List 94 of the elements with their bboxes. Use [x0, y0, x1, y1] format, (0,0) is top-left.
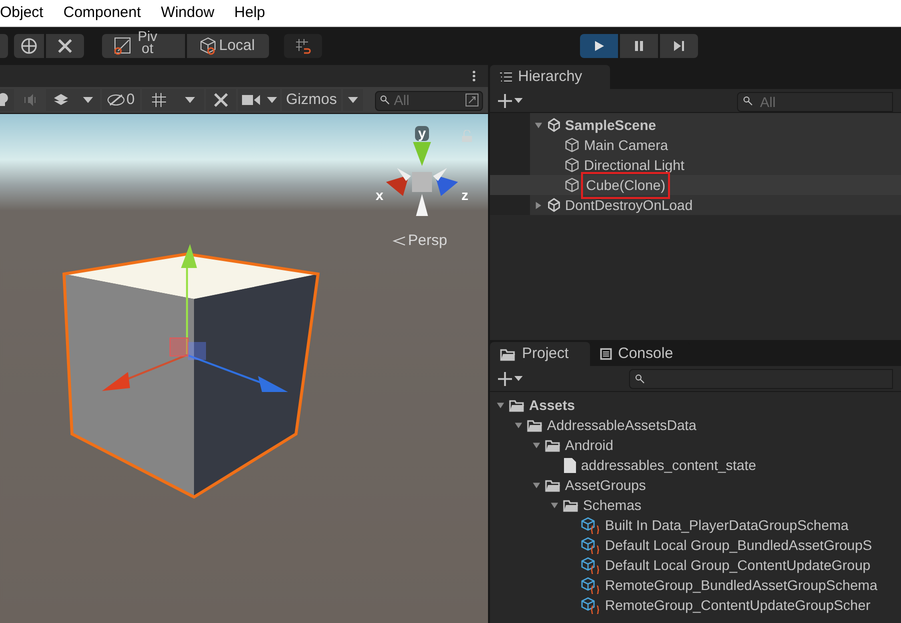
project-item[interactable]: Android [565, 434, 614, 456]
custom-tool-button[interactable] [46, 34, 84, 58]
axis-label: y [415, 126, 429, 141]
menu-item[interactable]: Object [0, 2, 44, 24]
cube-icon [199, 37, 217, 55]
axis-label: z [461, 186, 468, 204]
pivot-icon [114, 37, 132, 55]
view-tool-button[interactable] [14, 34, 44, 58]
folder-icon [563, 498, 579, 512]
search-icon [380, 95, 390, 105]
hierarchy-row[interactable]: Main Camera [490, 135, 901, 155]
menu-item[interactable]: Component [63, 2, 141, 24]
cube-icon [564, 137, 580, 153]
script-cube-icon [581, 596, 601, 614]
hierarchy-label: DontDestroyOnLoad [565, 196, 693, 215]
project-item[interactable]: RemoteGroup_ContentUpdateGroupScher [605, 594, 870, 616]
folder-icon [509, 398, 525, 412]
project-item[interactable]: AddressableAssetsData [547, 414, 696, 436]
expand-triangle-icon[interactable] [534, 200, 543, 210]
script-cube-icon [581, 556, 601, 574]
project-item[interactable]: Schemas [583, 494, 642, 516]
light-bulb-icon[interactable] [0, 93, 10, 107]
gizmos-button[interactable]: Gizmos [282, 89, 341, 111]
pause-icon [633, 40, 645, 52]
cube-icon [564, 177, 580, 193]
menu-item[interactable]: Help [234, 2, 266, 24]
hierarchy-search-field[interactable]: All [737, 92, 893, 112]
add-button[interactable] [498, 94, 523, 108]
project-item[interactable]: addressables_content_state [581, 454, 756, 476]
expand-triangle-icon[interactable] [550, 500, 559, 510]
projection-toggle[interactable]: Persp [392, 230, 448, 252]
folder-icon [527, 418, 543, 432]
maximize-icon[interactable] [464, 93, 479, 107]
dropdown-caret-icon [514, 98, 523, 103]
hidden-objects-toggle[interactable]: 0 [102, 89, 140, 111]
expand-triangle-icon[interactable] [514, 420, 523, 430]
hierarchy-label: Directional Light [584, 156, 684, 174]
grid-snap-icon [294, 37, 312, 55]
expand-triangle-icon[interactable] [532, 480, 541, 490]
console-icon [600, 348, 612, 360]
dropdown-caret-icon[interactable] [348, 97, 358, 103]
play-button[interactable] [580, 34, 618, 58]
cube-icon [564, 157, 580, 173]
plus-icon [498, 94, 512, 108]
dropdown-caret-icon[interactable] [266, 97, 276, 103]
step-button[interactable] [660, 34, 698, 58]
folder-icon [500, 348, 516, 360]
search-icon [635, 374, 645, 384]
dropdown-caret-icon [514, 376, 523, 381]
local-button[interactable]: Local [187, 34, 269, 58]
grid-snap-button[interactable] [284, 34, 322, 58]
project-item[interactable]: Assets [529, 394, 575, 416]
panel-tab[interactable]: Project [490, 342, 590, 366]
project-item[interactable]: RemoteGroup_BundledAssetGroupSchema [605, 574, 878, 596]
expand-triangle-icon[interactable] [532, 440, 541, 450]
script-cube-icon [581, 536, 601, 554]
menu-item[interactable]: Window [160, 2, 214, 24]
hidden-eye-icon [107, 94, 126, 106]
pause-button[interactable] [620, 34, 658, 58]
step-icon [673, 40, 685, 52]
project-item[interactable]: Default Local Group_ContentUpdateGroup [605, 554, 870, 576]
add-button[interactable] [498, 372, 523, 386]
hierarchy-label: Main Camera [584, 136, 668, 154]
script-cube-icon [581, 576, 601, 594]
more-menu-icon[interactable] [472, 70, 476, 82]
file-icon [563, 456, 577, 474]
project-item[interactable]: Built In Data_PlayerDataGroupSchema [605, 514, 849, 536]
project-item[interactable]: Default Local Group_BundledAssetGroupS [605, 534, 872, 556]
script-cube-icon [581, 516, 601, 534]
camera-icon[interactable] [242, 94, 260, 106]
hierarchy-tab[interactable]: Hierarchy [490, 65, 610, 89]
axis-label: x [376, 186, 384, 204]
hierarchy-label: SampleScene [565, 116, 656, 135]
project-item[interactable]: AssetGroups [565, 474, 646, 496]
hierarchy-label: Cube(Clone) [584, 174, 668, 196]
scene-search-field[interactable]: All [374, 90, 483, 110]
grid-icon[interactable] [151, 92, 167, 108]
project-search-field[interactable] [629, 368, 893, 388]
layers-icon[interactable] [53, 93, 69, 107]
list-icon [500, 72, 512, 82]
play-icon [593, 40, 605, 52]
plus-icon [498, 372, 512, 386]
transform-tool-icon [20, 37, 38, 55]
expand-triangle-icon[interactable] [496, 400, 505, 410]
hierarchy-row[interactable]: Directional Light [490, 155, 901, 175]
hierarchy-row[interactable]: DontDestroyOnLoad [490, 195, 901, 215]
folder-icon [545, 438, 561, 452]
dropdown-caret-icon[interactable] [185, 97, 195, 103]
chevron-left-icon [392, 236, 406, 246]
dropdown-caret-icon[interactable] [83, 97, 93, 103]
folder-icon [545, 478, 561, 492]
search-icon [743, 96, 753, 106]
expand-triangle-icon[interactable] [534, 120, 543, 130]
hierarchy-row[interactable]: SampleScene [490, 115, 901, 135]
